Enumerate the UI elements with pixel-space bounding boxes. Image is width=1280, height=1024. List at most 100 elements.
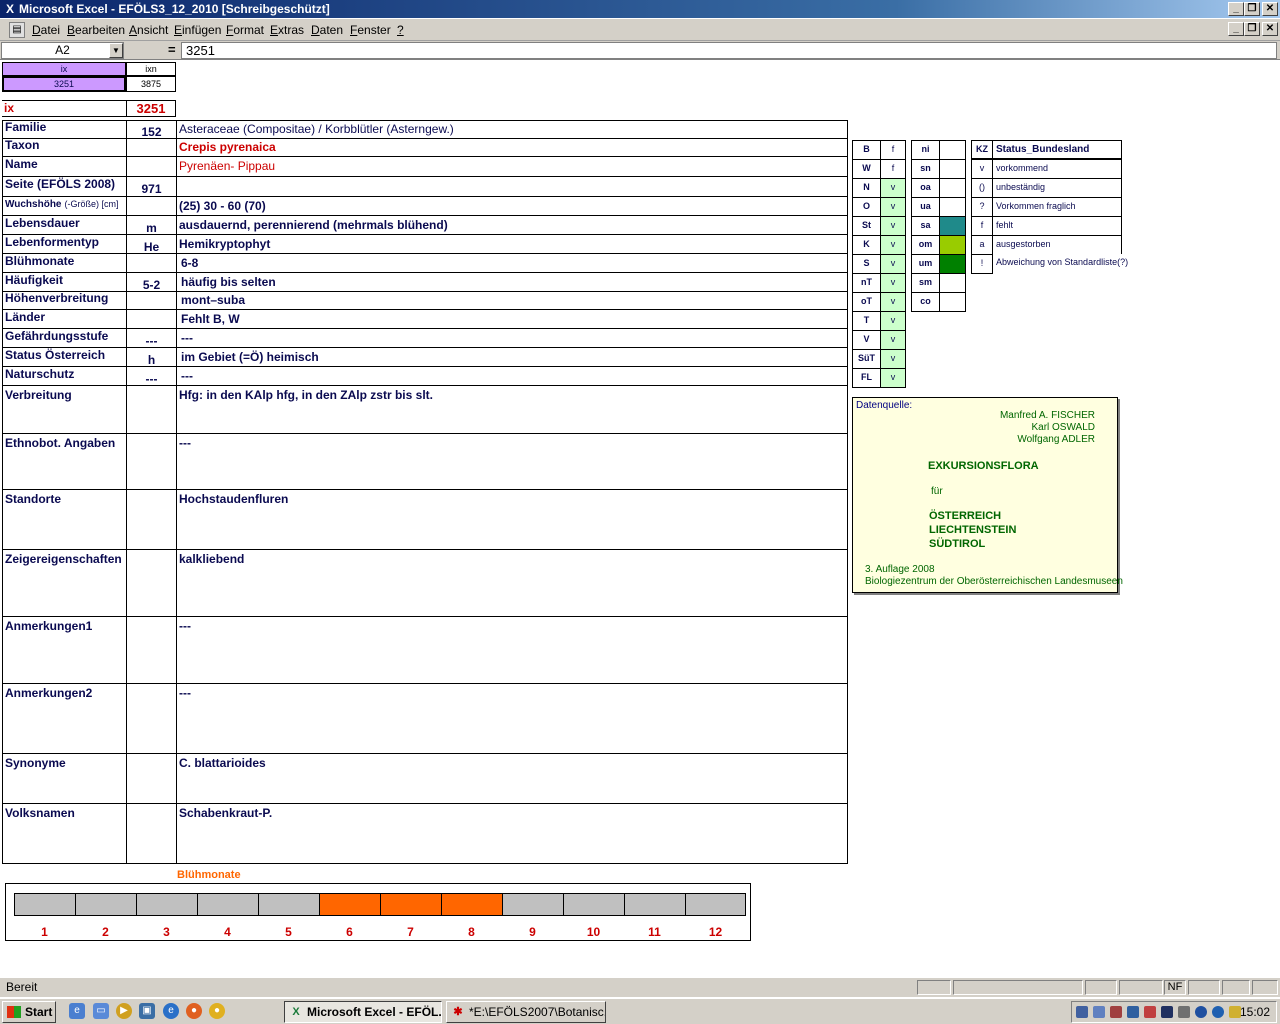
row-code[interactable]: He: [127, 235, 176, 253]
menu-datei[interactable]: Datei: [32, 23, 60, 37]
row-value[interactable]: häufig bis selten: [177, 273, 846, 291]
zone-color-cell[interactable]: [939, 273, 966, 293]
formula-input[interactable]: 3251: [181, 42, 1277, 59]
ie-icon[interactable]: e: [163, 1003, 179, 1019]
menu-daten[interactable]: Daten: [311, 23, 343, 37]
ix-big-value[interactable]: 3251: [126, 100, 176, 117]
close-button[interactable]: ✕: [1262, 2, 1278, 16]
state-status[interactable]: v: [880, 216, 906, 236]
row-code[interactable]: [127, 197, 176, 215]
state-status[interactable]: v: [880, 349, 906, 369]
row-code[interactable]: m: [127, 216, 176, 234]
state-status[interactable]: v: [880, 311, 906, 331]
menu-extras[interactable]: Extras: [270, 23, 304, 37]
row-value[interactable]: ---: [177, 329, 846, 347]
state-status[interactable]: v: [880, 178, 906, 198]
row-code[interactable]: 152: [127, 121, 176, 138]
row-code[interactable]: h: [127, 348, 176, 366]
zone-color-cell[interactable]: [939, 159, 966, 179]
doc-close-button[interactable]: ✕: [1262, 22, 1278, 36]
row-value[interactable]: 6-8: [177, 254, 846, 272]
chrome-icon[interactable]: ●: [209, 1003, 225, 1019]
menu-format[interactable]: Format: [226, 23, 264, 37]
menu-fenster[interactable]: Fenster: [350, 23, 391, 37]
row-code[interactable]: [127, 310, 176, 328]
row-value[interactable]: ---: [177, 367, 846, 385]
zone-color-cell[interactable]: [939, 140, 966, 160]
row-code[interactable]: [127, 139, 176, 156]
row-value[interactable]: Pyrenäen- Pippau: [177, 157, 846, 176]
row-code[interactable]: [127, 157, 176, 176]
row-value[interactable]: im Gebiet (=Ö) heimisch: [177, 348, 846, 366]
row-value[interactable]: ausdauernd, perennierend (mehrmals blühe…: [177, 216, 846, 234]
state-status[interactable]: f: [880, 140, 906, 160]
state-status[interactable]: v: [880, 254, 906, 274]
state-status[interactable]: v: [880, 235, 906, 255]
row-value[interactable]: [177, 177, 846, 196]
section-value[interactable]: C. blattarioides: [177, 754, 846, 803]
row-value[interactable]: Crepis pyrenaica: [177, 139, 846, 156]
menu-help[interactable]: ?: [397, 23, 404, 37]
section-value[interactable]: Hochstaudenfluren: [177, 490, 846, 549]
section-value[interactable]: Schabenkraut-P.: [177, 804, 846, 863]
row-code[interactable]: 971: [127, 177, 176, 196]
state-status[interactable]: v: [880, 330, 906, 350]
status-text: Bereit: [6, 980, 38, 994]
menu-einfuegen[interactable]: Einfügen: [174, 23, 221, 37]
row-value[interactable]: Asteraceae (Compositae) / Korbblütler (A…: [177, 121, 846, 138]
menu-ansicht[interactable]: Ansicht: [129, 23, 168, 37]
state-status[interactable]: f: [880, 159, 906, 179]
start-button[interactable]: Start: [2, 1001, 56, 1023]
chevron-down-icon[interactable]: ▼: [109, 43, 123, 58]
row-code[interactable]: [127, 254, 176, 272]
task-excel[interactable]: X Microsoft Excel - EFÖL...: [284, 1001, 442, 1023]
state-status[interactable]: v: [880, 368, 906, 388]
zone-color-cell[interactable]: [939, 216, 966, 236]
network-icon[interactable]: ▣: [139, 1003, 155, 1019]
ixn-value-cell[interactable]: 3875: [126, 76, 176, 92]
row-value[interactable]: Hemikryptophyt: [177, 235, 846, 253]
zone-color-cell[interactable]: [939, 197, 966, 217]
menu-bearbeiten[interactable]: Bearbeiten: [67, 23, 125, 37]
section-value[interactable]: ---: [177, 684, 846, 753]
doc-restore-button[interactable]: ❐: [1244, 22, 1260, 36]
restore-button[interactable]: ❐: [1244, 2, 1260, 16]
zone-color-cell[interactable]: [939, 178, 966, 198]
security-tray-icon[interactable]: [1144, 1006, 1156, 1018]
network-tray-icon[interactable]: [1076, 1006, 1088, 1018]
zone-color-cell[interactable]: [939, 235, 966, 255]
row-value[interactable]: (25) 30 - 60 (70): [177, 197, 846, 215]
search-tray-icon[interactable]: [1093, 1006, 1105, 1018]
media-icon[interactable]: ▶: [116, 1003, 132, 1019]
section-value[interactable]: ---: [177, 617, 846, 683]
row-code[interactable]: ---: [127, 367, 176, 385]
tool-tray-icon[interactable]: [1110, 1006, 1122, 1018]
zone-color-cell[interactable]: [939, 254, 966, 274]
section-value[interactable]: ---: [177, 434, 846, 489]
section-value[interactable]: kalkliebend: [177, 550, 846, 616]
name-box[interactable]: A2: [1, 42, 124, 59]
row-value[interactable]: Fehlt B, W: [177, 310, 846, 328]
explorer-icon[interactable]: e: [69, 1003, 85, 1019]
document-icon[interactable]: ▤: [9, 22, 25, 38]
desktop-icon[interactable]: ▭: [93, 1003, 109, 1019]
state-status[interactable]: v: [880, 292, 906, 312]
task-editor[interactable]: ✱ *E:\EFÖLS2007\Botanisc...: [446, 1001, 606, 1023]
state-status[interactable]: v: [880, 197, 906, 217]
update-tray-icon[interactable]: [1212, 1006, 1224, 1018]
row-code[interactable]: ---: [127, 329, 176, 347]
info-tray-icon[interactable]: [1195, 1006, 1207, 1018]
volume-tray-icon[interactable]: [1178, 1006, 1190, 1018]
hardware-tray-icon[interactable]: [1127, 1006, 1139, 1018]
row-value[interactable]: mont–suba: [177, 292, 846, 309]
firefox-icon[interactable]: ●: [186, 1003, 202, 1019]
row-code[interactable]: [127, 292, 176, 309]
zone-color-cell[interactable]: [939, 292, 966, 312]
doc-minimize-button[interactable]: _: [1228, 22, 1244, 36]
section-value[interactable]: Hfg: in den KAlp hfg, in den ZAlp zstr b…: [177, 386, 846, 433]
state-status[interactable]: v: [880, 273, 906, 293]
minimize-button[interactable]: _: [1228, 2, 1244, 16]
ix-value-cell[interactable]: 3251: [2, 76, 126, 92]
row-code[interactable]: 5-2: [127, 273, 176, 291]
shield-tray-icon[interactable]: [1161, 1006, 1173, 1018]
